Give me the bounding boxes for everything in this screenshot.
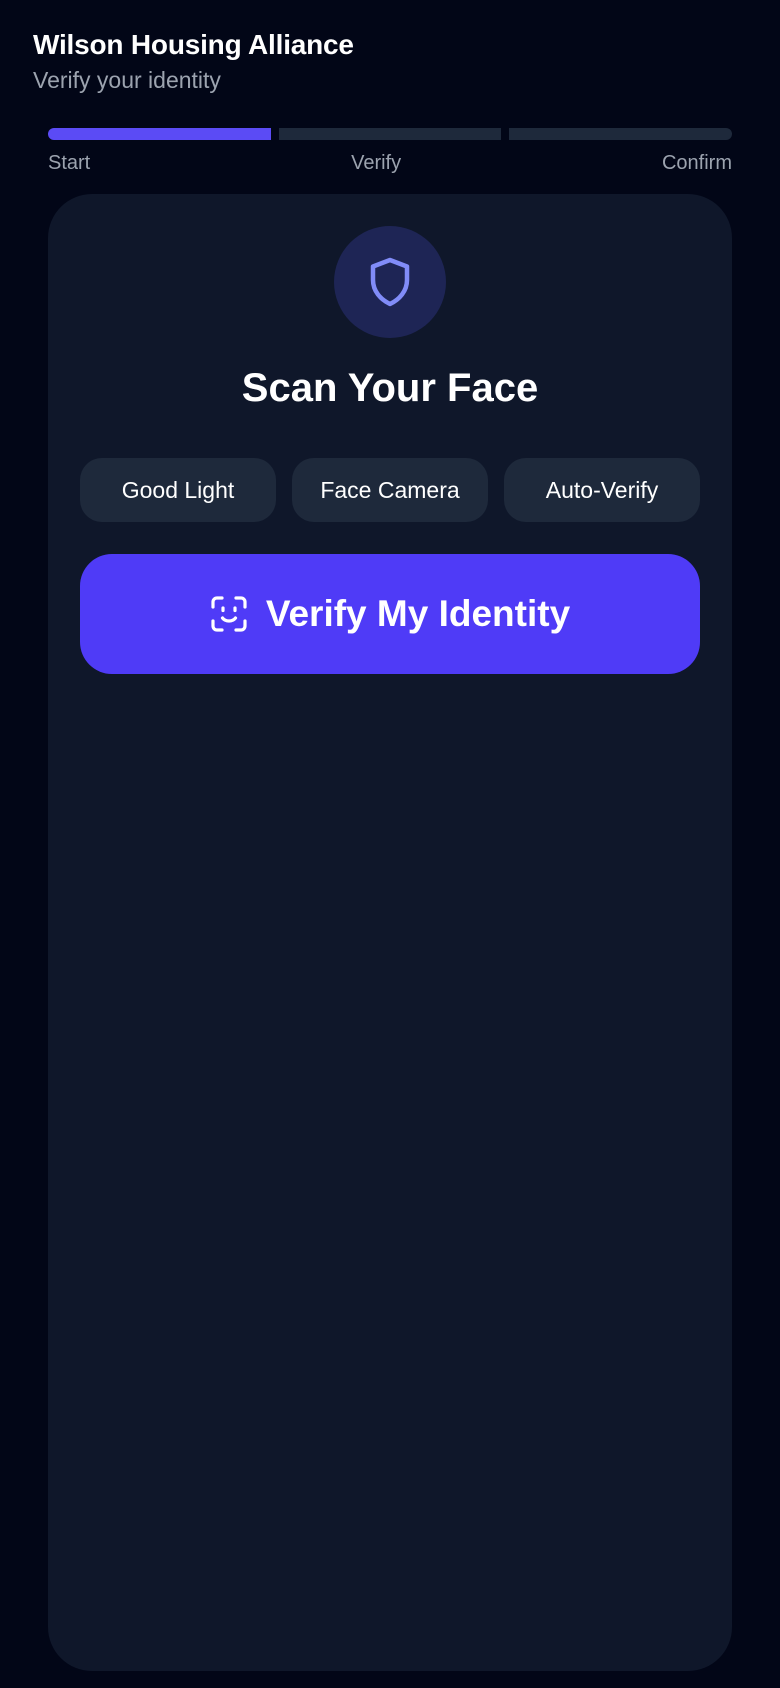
header: Wilson Housing Alliance Verify your iden…	[33, 26, 354, 96]
tips-row: Good Light Face Camera Auto-Verify	[80, 458, 700, 522]
app-title: Wilson Housing Alliance	[33, 29, 354, 60]
card-title: Scan Your Face	[241, 366, 539, 410]
page-subtitle: Verify your identity	[33, 67, 221, 93]
step-label-confirm: Confirm	[661, 152, 732, 174]
chip-face-camera: Face Camera	[292, 458, 488, 522]
step-label-start: Start	[48, 152, 91, 174]
chip-good-light: Good Light	[80, 458, 276, 522]
shield-badge	[334, 226, 446, 338]
progress-segment-verify	[278, 128, 502, 140]
shield-icon	[370, 257, 410, 307]
face-scan-icon	[210, 595, 248, 633]
verification-card: Scan Your Face Good Light Face Camera Au…	[48, 194, 732, 1671]
progress-bar	[48, 128, 733, 140]
progress-segment-start	[48, 128, 271, 140]
chip-auto-verify: Auto-Verify	[504, 458, 700, 522]
progress-segment-confirm	[509, 128, 733, 140]
verify-identity-button[interactable]: Verify My Identity	[80, 554, 700, 674]
step-labels: Start Verify Confirm	[48, 149, 732, 177]
step-label-verify: Verify	[351, 152, 402, 174]
verify-button-label: Verify My Identity	[265, 593, 571, 634]
